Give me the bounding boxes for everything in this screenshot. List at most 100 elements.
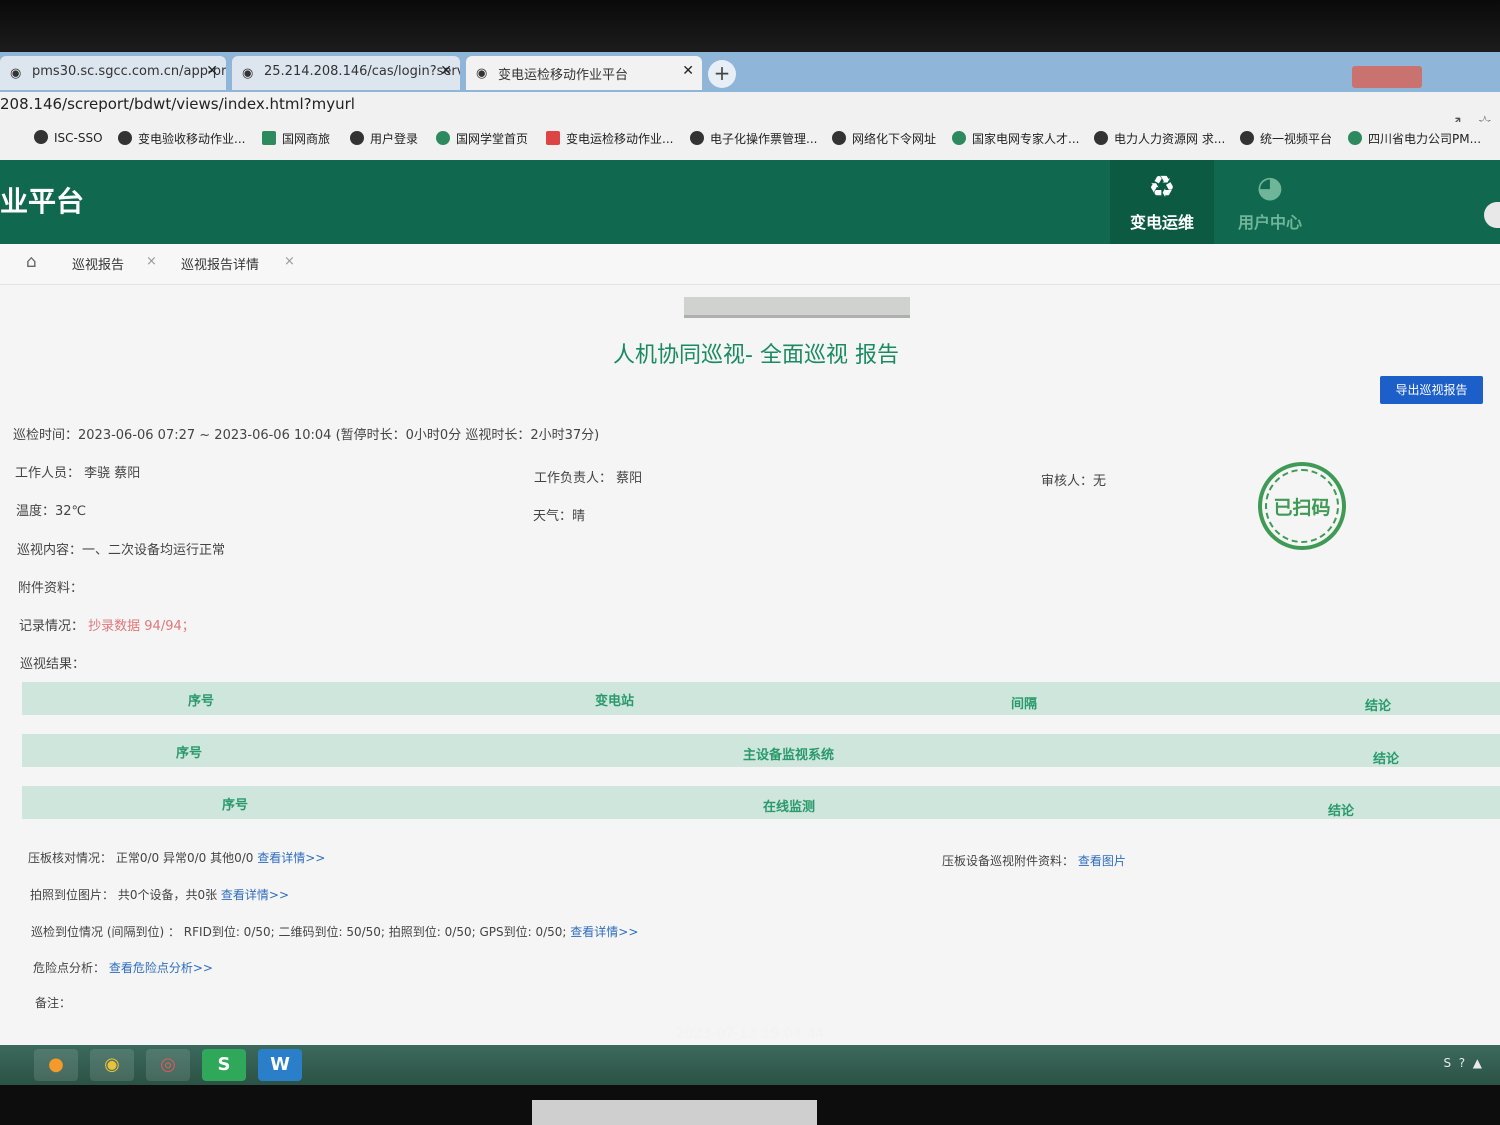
weather: 天气：晴	[533, 509, 586, 524]
record-value-link[interactable]: 抄录数据 94/94；	[88, 619, 195, 634]
column-header: 变电站	[595, 694, 635, 709]
column-header: 结论	[1365, 699, 1392, 714]
browser-tab-active[interactable]: ◉ 变电运检移动作业平台 ✕	[466, 56, 702, 90]
new-tab-button[interactable]: +	[708, 60, 736, 88]
ime-icon[interactable]: S	[1443, 1056, 1451, 1070]
globe-icon: ◉	[476, 66, 488, 81]
close-icon[interactable]: ✕	[682, 63, 694, 79]
globe-icon	[690, 131, 704, 145]
bookmark-item[interactable]: 变电运检移动作业...	[546, 130, 673, 147]
table-header: 序号 主设备监视系统 结论	[22, 734, 1500, 767]
bookmark-item[interactable]: 国家电网专家人才...	[952, 130, 1079, 147]
monitor-sticker	[532, 1100, 817, 1125]
monitor-bezel	[0, 0, 1500, 52]
tab-inspection-report[interactable]: 巡视报告	[72, 254, 124, 273]
stamp-text: 已扫码	[1265, 469, 1339, 543]
avatar[interactable]	[1484, 202, 1500, 228]
sgcc-icon	[952, 131, 966, 145]
close-icon[interactable]: ×	[284, 254, 295, 269]
globe-icon	[1094, 131, 1108, 145]
tab-title: 变电运检移动作业平台	[498, 68, 629, 83]
view-details-link[interactable]: 查看详情>>	[257, 851, 325, 865]
globe-icon	[1240, 131, 1254, 145]
danger-point-analysis: 危险点分析： 查看危险点分析>>	[33, 961, 213, 975]
address-bar[interactable]: 208.146/screport/bdwt/views/index.html?m…	[0, 92, 1500, 122]
bookmark-item[interactable]: ISC-SSO	[34, 130, 103, 145]
reviewer: 审核人：无	[1041, 474, 1107, 489]
pressure-plate-check: 压板核对情况： 正常0/0 异常0/0 其他0/0 查看详情>>	[28, 851, 326, 865]
app-header: 业平台 ♻ 变电运维 ◕ 用户中心	[0, 160, 1500, 244]
home-icon[interactable]: ⌂	[26, 252, 37, 272]
nav-substation-ops[interactable]: ♻ 变电运维	[1110, 160, 1214, 244]
globe-icon	[350, 131, 364, 145]
bookmark-item[interactable]: 网络化下令网址	[832, 130, 936, 147]
column-header: 在线监测	[763, 800, 816, 815]
sgcc-icon	[262, 131, 276, 145]
bookmark-item[interactable]: 变电验收移动作业...	[118, 130, 245, 147]
close-icon[interactable]: ✕	[440, 63, 452, 79]
chrome-icon[interactable]: ◉	[90, 1049, 134, 1081]
record-status: 记录情况： 抄录数据 94/94；	[19, 615, 195, 634]
column-header: 间隔	[1011, 697, 1038, 712]
scanned-stamp: 已扫码	[1258, 462, 1346, 550]
help-icon[interactable]: ?	[1459, 1056, 1465, 1070]
workers: 工作人员： 李骁 蔡阳	[15, 466, 141, 481]
report-content: 人机协同巡视- 全面巡视 报告 导出巡视报告 巡检时间：2023-06-06 0…	[0, 285, 1500, 1045]
sgcc-icon	[1348, 131, 1362, 145]
close-icon[interactable]: ✕	[206, 63, 218, 79]
column-header: 结论	[1373, 752, 1400, 767]
timestamp-overlay: 2023-07-13 19:04:44	[675, 1026, 825, 1042]
bookmark-item[interactable]: 四川省电力公司PM...	[1348, 130, 1481, 147]
tab-title: pms30.sc.sgcc.com.cn/app-pr	[32, 64, 226, 79]
arrival-status: 巡检到位情况 (间隔到位) ： RFID到位: 0/50; 二维码到位: 50/…	[31, 925, 639, 939]
export-report-button[interactable]: 导出巡视报告	[1380, 376, 1483, 404]
bookmark-item[interactable]: 国网学堂首页	[436, 130, 528, 147]
globe-icon	[34, 130, 48, 144]
scroll-handle[interactable]	[684, 297, 910, 318]
volume-icon[interactable]: ▲	[1473, 1056, 1482, 1070]
inspection-content: 巡视内容：一、二次设备均运行正常	[17, 543, 226, 558]
tab-title: 25.214.208.146/cas/login?serv	[264, 64, 460, 79]
work-leader: 工作负责人： 蔡阳	[534, 471, 643, 486]
wps-s-icon[interactable]: S	[202, 1049, 246, 1081]
bookmark-item[interactable]: 用户登录	[350, 130, 418, 147]
browser-tabbar: ◉ pms30.sc.sgcc.com.cn/app-pr ✕ ◉ 25.214…	[0, 52, 1500, 92]
bookmark-item[interactable]: 电力人力资源网 求...	[1094, 130, 1225, 147]
globe-icon	[832, 131, 846, 145]
record-icon[interactable]: ◎	[146, 1049, 190, 1081]
column-header: 序号	[188, 694, 215, 709]
sgcc-icon	[436, 131, 450, 145]
os-taskbar: ● ◉ ◎ S W	[0, 1045, 1500, 1085]
column-header: 结论	[1328, 804, 1355, 819]
bookmark-item[interactable]: 国网商旅	[262, 130, 330, 147]
bookmarks-bar: ISC-SSO 变电验收移动作业... 国网商旅 用户登录 国网学堂首页 变电运…	[0, 122, 1500, 161]
table-header: 序号 在线监测 结论	[22, 786, 1500, 819]
firefox-icon[interactable]: ●	[34, 1049, 78, 1081]
view-danger-analysis-link[interactable]: 查看危险点分析>>	[109, 961, 213, 975]
globe-icon: ◉	[242, 66, 254, 81]
view-details-link[interactable]: 查看详情>>	[221, 888, 289, 902]
view-details-link[interactable]: 查看详情>>	[570, 925, 638, 939]
url-text[interactable]: 208.146/screport/bdwt/views/index.html?m…	[0, 95, 355, 113]
attachments: 附件资料：	[18, 581, 84, 596]
app-title: 业平台	[0, 185, 85, 218]
tab-inspection-report-detail[interactable]: 巡视报告详情	[181, 254, 259, 273]
close-icon[interactable]: ×	[146, 254, 157, 269]
bookmark-item[interactable]: 电子化操作票管理...	[690, 130, 817, 147]
column-header: 序号	[222, 798, 249, 813]
photo-arrival: 拍照到位图片： 共0个设备，共0张 查看详情>>	[30, 888, 290, 902]
bookmark-item[interactable]: 统一视频平台	[1240, 130, 1332, 147]
wps-w-icon[interactable]: W	[258, 1049, 302, 1081]
globe-icon	[118, 131, 132, 145]
view-images-link[interactable]: 查看图片	[1078, 854, 1126, 868]
browser-tab[interactable]: ◉ pms30.sc.sgcc.com.cn/app-pr ✕	[0, 56, 226, 90]
app-icon	[546, 131, 560, 145]
window-control-button[interactable]	[1352, 66, 1422, 88]
system-tray: S ? ▲	[1443, 1056, 1482, 1070]
table-header: 序号 变电站 间隔 结论	[22, 682, 1500, 715]
column-header: 主设备监视系统	[743, 748, 835, 763]
nav-user-center[interactable]: ◕ 用户中心	[1218, 160, 1322, 244]
recycle-icon: ♻	[1148, 170, 1176, 205]
browser-tab[interactable]: ◉ 25.214.208.146/cas/login?serv ✕	[232, 56, 460, 90]
user-center-icon: ◕	[1256, 170, 1284, 205]
